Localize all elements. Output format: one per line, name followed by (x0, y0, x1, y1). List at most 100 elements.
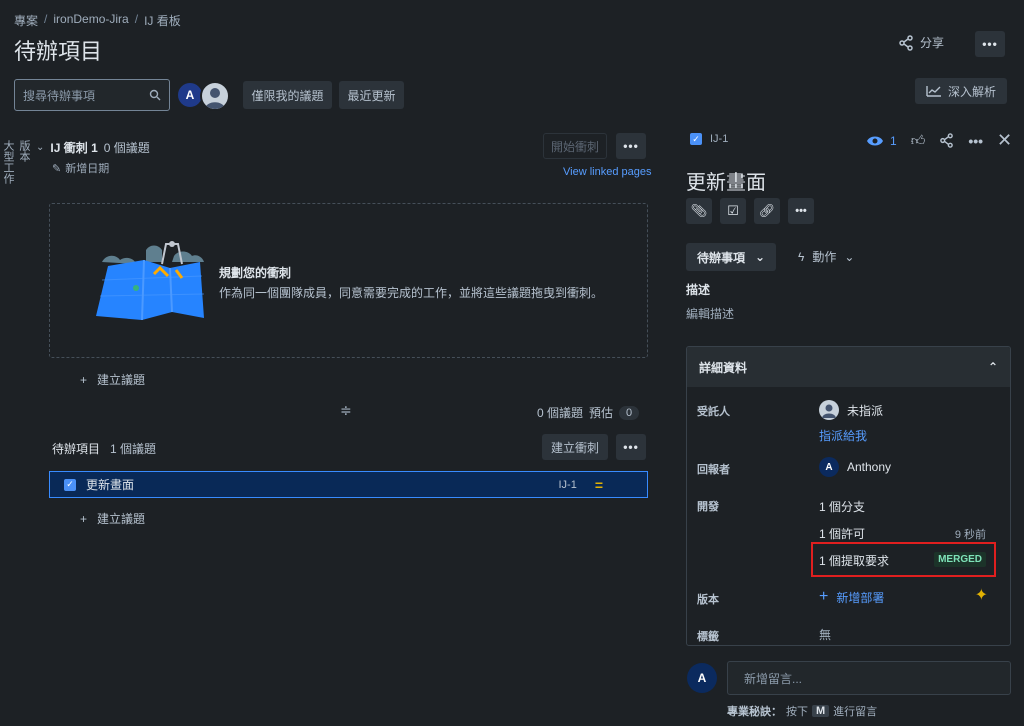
issue-key-breadcrumb[interactable]: ✓ IJ-1 (690, 133, 728, 145)
assign-to-me-link[interactable]: 指派給我 (819, 427, 867, 444)
breadcrumb: 專案 / ironDemo-Jira / IJ 看板 (14, 12, 181, 29)
annotation-highlight (811, 542, 996, 577)
chevron-up-icon: ⌃ (987, 360, 998, 374)
tip-press: 按下 (786, 706, 808, 718)
breadcrumb-board[interactable]: IJ 看板 (144, 12, 181, 29)
comment-placeholder: 新增留言... (744, 671, 803, 686)
tip-prefix: 專業秘訣： (727, 706, 782, 718)
detail-issue-title[interactable]: 更新畫面 (686, 166, 766, 195)
share-label: 分享 (920, 36, 945, 50)
attach-button[interactable]: 📎︎ (686, 198, 712, 224)
task-type-icon: ✓ (690, 133, 702, 145)
avatar-unassigned[interactable] (200, 81, 230, 111)
resize-handle-icon[interactable]: ≑ (340, 402, 352, 419)
backlog-header[interactable]: 待辦項目 1 個議題 (52, 440, 156, 457)
description-editor[interactable]: 編輯描述 (686, 305, 734, 322)
empty-state-text: 作為同一個團隊成員，同意需要完成的工作，並將這些議題拖曳到衝刺。 (219, 286, 604, 300)
add-deployment-label: 新增部署 (836, 590, 885, 605)
plus-icon: + (819, 588, 829, 605)
chevron-down-icon[interactable]: ⌄ (36, 142, 44, 153)
backlog-create-issue-button[interactable]: + 建立議題 (80, 510, 145, 527)
backlog-title: 待辦項目 (52, 442, 101, 456)
details-title: 詳細資料 (699, 360, 748, 375)
link-issue-button[interactable]: 🔗︎ (754, 198, 780, 224)
breadcrumb-projects[interactable]: 專案 (14, 12, 38, 29)
add-subtask-button[interactable]: ☑ (720, 198, 746, 224)
only-my-issues-button[interactable]: 僅限我的議題 (243, 81, 332, 109)
labels-label: 標籤 (697, 631, 719, 643)
commit-link[interactable]: 1 個許可 (819, 525, 865, 542)
issue-key[interactable]: IJ-1 (558, 479, 576, 491)
plus-icon: + (80, 372, 88, 387)
reporter-value: Anthony (847, 460, 892, 474)
share-button[interactable]: 分享 (898, 34, 944, 51)
page-title: 待辦項目 (14, 39, 103, 64)
sprint-count: 0 個議題 (103, 141, 150, 155)
page-more-button[interactable]: ••• (975, 31, 1005, 57)
breadcrumb-project[interactable]: ironDemo-Jira (53, 12, 128, 29)
recently-updated-button[interactable]: 最近更新 (339, 81, 404, 109)
avatar-unassigned-icon (819, 400, 839, 420)
rail-versions[interactable]: 版本 (16, 140, 32, 170)
share-icon (899, 34, 913, 51)
estimate-label: 預估 (589, 406, 614, 420)
plus-icon: + (80, 511, 88, 526)
reporter-field[interactable]: A Anthony (819, 457, 891, 477)
create-sprint-button[interactable]: 建立衝刺 (542, 434, 608, 460)
reporter-label: 回報者 (697, 464, 730, 476)
start-sprint-button[interactable]: 開始衝刺 (543, 133, 607, 159)
left-rail: 版本 大型工作 (2, 140, 32, 184)
status-label: 待辦事項 (696, 250, 745, 265)
commit-time: 9 秒前 (954, 529, 986, 541)
sprint-create-issue-button[interactable]: + 建立議題 (80, 371, 145, 388)
avatar: A (819, 457, 839, 477)
user-icon (205, 88, 225, 109)
version-label: 版本 (697, 594, 719, 606)
estimate-badge: 0 (619, 405, 640, 420)
more-icon: ••• (795, 205, 807, 217)
create-issue-label: 建立議題 (97, 373, 146, 387)
detail-issue-key: IJ-1 (710, 133, 729, 145)
details-panel: 詳細資料 ⌃ 受託人 未指派 指派給我 回報者 A Anthony 開發 1 個… (686, 346, 1011, 646)
actions-label: 動作 (812, 250, 837, 264)
view-linked-pages-link[interactable]: View linked pages (563, 166, 651, 178)
watch-button[interactable]: 1 (866, 134, 897, 148)
table-row[interactable]: ✓ 更新畫面 IJ-1 = (49, 471, 648, 498)
chevron-down-icon: ⌄ (844, 249, 855, 264)
add-deployment-button[interactable]: + 新增部署 (819, 588, 884, 606)
branch-link[interactable]: 1 個分支 (819, 498, 865, 515)
sprint-header[interactable]: ⌄ IJ 衝刺 1 0 個議題 (36, 139, 150, 156)
add-date-link[interactable]: ✎ 新增日期 (52, 160, 109, 176)
thumbs-up-icon[interactable]: 👍︎ (911, 132, 926, 149)
status-dropdown[interactable]: 待辦事項 ⌄ (686, 243, 776, 271)
sprint-name: IJ 衝刺 1 (50, 141, 98, 155)
close-icon[interactable]: ✕ (997, 130, 1012, 151)
search-placeholder: 搜尋待辦事項 (23, 88, 96, 103)
details-header[interactable]: 詳細資料 ⌃ (687, 347, 1010, 387)
avatar: A (687, 663, 717, 693)
tip-key: M (812, 705, 830, 717)
sprint-summary-count: 0 個議題 (537, 406, 584, 420)
rail-epics[interactable]: 大型工作 (0, 140, 16, 184)
assignee-field[interactable]: 未指派 (819, 400, 883, 420)
sparkle-icon[interactable]: ✦ (975, 585, 988, 605)
lightning-icon: ϟ (798, 249, 805, 264)
assignee-value: 未指派 (847, 403, 884, 418)
comment-input[interactable]: 新增留言... (727, 661, 1011, 695)
sprint-more-button[interactable]: ••• (616, 133, 646, 159)
eye-icon (867, 136, 883, 145)
search-input[interactable]: 搜尋待辦事項 (14, 79, 170, 111)
more-actions-button[interactable]: ••• (788, 198, 814, 224)
development-label: 開發 (697, 501, 719, 513)
share-icon[interactable] (939, 133, 954, 148)
task-type-icon: ✓ (64, 478, 76, 491)
insights-button[interactable]: 深入解析 (915, 78, 1007, 104)
more-icon[interactable]: ••• (968, 133, 983, 149)
empty-state-title: 規劃您的衝刺 (219, 266, 292, 280)
backlog-count: 1 個議題 (110, 442, 157, 456)
backlog-more-button[interactable]: ••• (616, 434, 646, 460)
pencil-icon: ✎ (52, 162, 62, 175)
issue-actions: 1 👍︎ ••• ✕ (866, 130, 1012, 151)
actions-dropdown[interactable]: ϟ 動作 ⌄ (798, 248, 854, 265)
labels-value[interactable]: 無 (819, 626, 831, 643)
